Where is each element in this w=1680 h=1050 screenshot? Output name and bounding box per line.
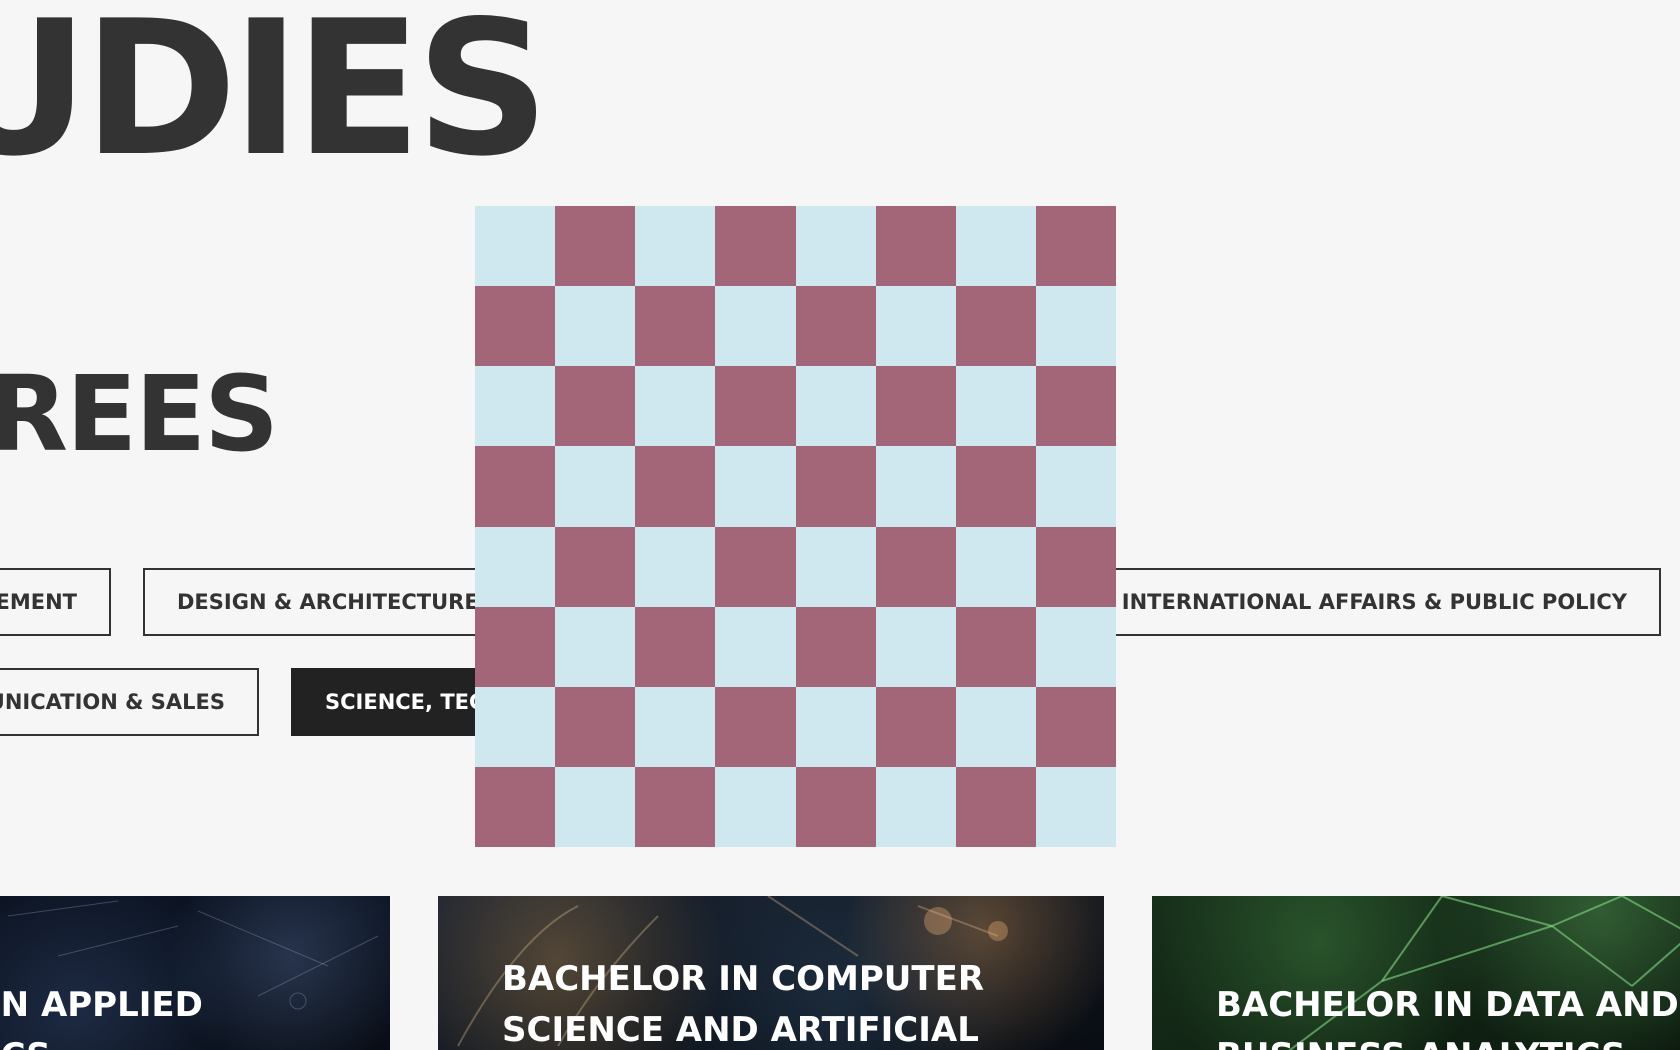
filter-management-button[interactable]: EMENT: [0, 568, 111, 636]
filter-communication-sales-button[interactable]: UNICATION & SALES: [0, 668, 259, 736]
checker-cell: [875, 286, 956, 367]
checker-cell: [955, 526, 1036, 607]
checker-cell: [715, 366, 796, 447]
checker-cell: [555, 446, 636, 527]
checker-cell: [475, 686, 556, 767]
title-line-2: SCIENCE AND ARTIFICIAL: [502, 1010, 979, 1050]
checker-cell: [635, 206, 716, 287]
checker-cell: [795, 206, 876, 287]
checker-cell: [715, 286, 796, 367]
checker-cell: [475, 206, 556, 287]
title-line-1: BACHELOR IN COMPUTER: [502, 959, 984, 999]
checker-cell: [1035, 766, 1116, 847]
checker-cell: [795, 446, 876, 527]
checker-cell: [715, 606, 796, 687]
checker-cell: [555, 526, 636, 607]
checker-cell: [715, 206, 796, 287]
program-card-applied[interactable]: IN APPLIED ICS: [0, 896, 390, 1050]
checker-cell: [475, 286, 556, 367]
title-line-1: BACHELOR IN DATA AND: [1216, 985, 1679, 1025]
title-line-2: BUSINESS ANALYTICS: [1216, 1036, 1626, 1050]
checker-cell: [555, 766, 636, 847]
checker-cell: [475, 606, 556, 687]
checker-cell: [555, 286, 636, 367]
checker-cell: [1035, 526, 1116, 607]
checker-cell: [795, 366, 876, 447]
checker-cell: [715, 766, 796, 847]
checker-cell: [875, 606, 956, 687]
title-line-2: ICS: [0, 1036, 51, 1050]
checker-cell: [475, 446, 556, 527]
filter-science-technology-button[interactable]: SCIENCE, TEC: [291, 668, 491, 736]
checker-cell: [875, 446, 956, 527]
checker-cell: [715, 446, 796, 527]
checker-cell: [475, 766, 556, 847]
section-title: REES: [0, 353, 279, 475]
checker-cell: [795, 526, 876, 607]
checker-cell: [1035, 366, 1116, 447]
checker-cell: [795, 286, 876, 367]
filter-design-architecture-button[interactable]: DESIGN & ARCHITECTURE: [143, 568, 483, 636]
program-card-title: BACHELOR IN DATA AND BUSINESS ANALYTICS: [1216, 980, 1679, 1050]
checker-cell: [875, 366, 956, 447]
checker-cell: [955, 686, 1036, 767]
checker-cell: [875, 686, 956, 767]
page: UDIES REES EMENT DESIGN & ARCHITECTURE I…: [0, 0, 1680, 1050]
program-card-data-analytics[interactable]: BACHELOR IN DATA AND BUSINESS ANALYTICS: [1152, 896, 1680, 1050]
checker-cell: [635, 366, 716, 447]
title-line-1: IN APPLIED: [0, 985, 203, 1025]
checker-cell: [555, 206, 636, 287]
checker-cell: [955, 606, 1036, 687]
checker-cell: [955, 766, 1036, 847]
checker-cell: [635, 286, 716, 367]
checker-cell: [1035, 286, 1116, 367]
program-card-title: BACHELOR IN COMPUTER SCIENCE AND ARTIFIC…: [502, 954, 984, 1050]
checker-cell: [795, 766, 876, 847]
checker-cell: [1035, 606, 1116, 687]
checker-cell: [635, 686, 716, 767]
filter-international-affairs-button[interactable]: INTERNATIONAL AFFAIRS & PUBLIC POLICY: [1080, 568, 1661, 636]
checker-cell: [715, 526, 796, 607]
checker-cell: [475, 366, 556, 447]
checker-cell: [795, 606, 876, 687]
checker-cell: [475, 526, 556, 607]
checker-cell: [1035, 446, 1116, 527]
checker-cell: [955, 206, 1036, 287]
checker-cell: [635, 766, 716, 847]
checker-cell: [875, 766, 956, 847]
checker-cell: [715, 686, 796, 767]
program-card-title: IN APPLIED ICS: [0, 980, 203, 1050]
checker-cell: [795, 686, 876, 767]
page-title: UDIES: [0, 0, 550, 197]
checker-cell: [1035, 206, 1116, 287]
checker-cell: [875, 526, 956, 607]
checkerboard-overlay: [475, 206, 1116, 847]
checker-cell: [635, 606, 716, 687]
checker-cell: [955, 286, 1036, 367]
checker-cell: [555, 686, 636, 767]
checker-cell: [955, 446, 1036, 527]
checker-cell: [875, 206, 956, 287]
checker-cell: [555, 366, 636, 447]
checker-cell: [635, 446, 716, 527]
program-card-computer-science[interactable]: BACHELOR IN COMPUTER SCIENCE AND ARTIFIC…: [438, 896, 1104, 1050]
checker-cell: [635, 526, 716, 607]
checker-cell: [555, 606, 636, 687]
checker-cell: [1035, 686, 1116, 767]
checker-cell: [955, 366, 1036, 447]
